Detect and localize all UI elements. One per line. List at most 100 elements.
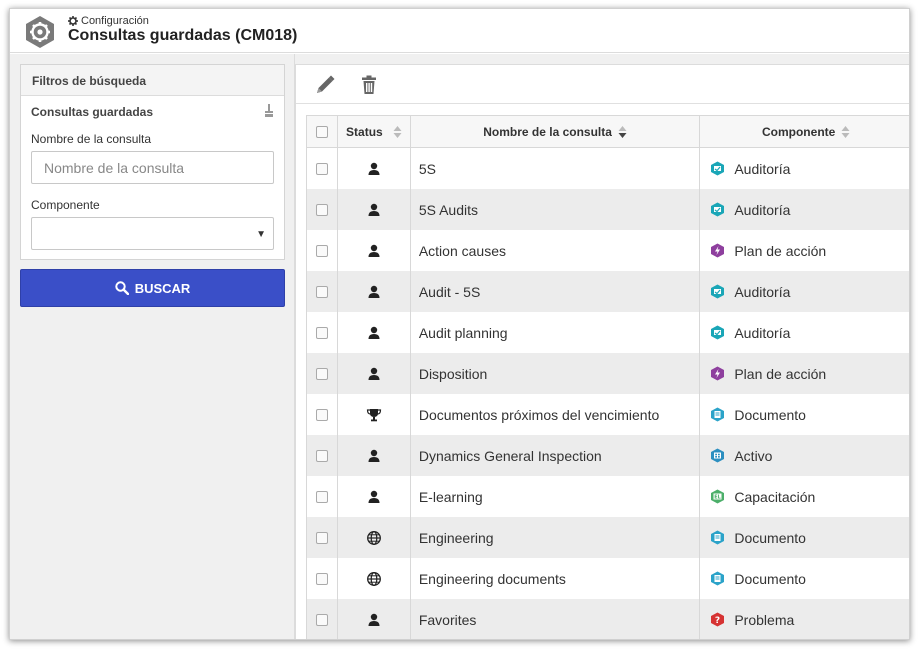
query-name: 5S [418, 160, 436, 177]
row-checkbox[interactable] [315, 285, 328, 298]
table-row[interactable]: Engineering Documento [307, 517, 909, 558]
query-name: Dynamics General Inspection [418, 447, 602, 464]
table-row[interactable]: Engineering documents Documento [307, 558, 909, 599]
sort-icon [393, 125, 402, 138]
status-cell [338, 312, 411, 353]
table-row[interactable]: Audit planning Auditoría [307, 312, 909, 353]
component-name: Plan de acción [734, 365, 827, 382]
row-checkbox[interactable] [315, 162, 328, 175]
select-all-cell [307, 116, 338, 147]
audit-icon [711, 325, 725, 340]
name-column-header[interactable]: Nombre de la consulta [411, 116, 701, 147]
status-column-header[interactable]: Status [338, 116, 411, 147]
row-select-cell [307, 312, 338, 353]
component-select[interactable]: ▼ [31, 217, 274, 250]
query-name-cell: Dynamics General Inspection [411, 435, 701, 476]
search-filters-panel: Filtros de búsqueda Consultas guardadas … [20, 64, 285, 260]
row-checkbox[interactable] [315, 531, 328, 544]
saved-queries-section: Consultas guardadas [21, 96, 284, 124]
row-checkbox[interactable] [315, 326, 328, 339]
query-name-input[interactable] [31, 151, 274, 184]
query-name: Audit - 5S [418, 283, 481, 300]
search-button-label: BUSCAR [134, 280, 191, 296]
row-checkbox[interactable] [315, 244, 328, 257]
problem-icon: ? [711, 612, 725, 627]
table-row[interactable]: Audit - 5S Auditoría [307, 271, 909, 312]
query-name: Action causes [418, 242, 506, 259]
table-row[interactable]: E-learning EL Capacitación [307, 476, 909, 517]
audit-icon [711, 161, 725, 176]
select-all-checkbox[interactable] [315, 125, 328, 138]
query-name: Disposition [418, 365, 488, 382]
status-cell [338, 435, 411, 476]
edit-icon[interactable] [314, 74, 336, 96]
chevron-down-icon: ▼ [256, 229, 266, 240]
user-icon [366, 161, 382, 177]
clear-filters-icon[interactable] [264, 104, 274, 118]
user-icon [366, 489, 382, 505]
component-name: Activo [734, 447, 773, 464]
query-name-cell: 5S Audits [411, 189, 701, 230]
table-row[interactable]: 5S Audits Auditoría [307, 189, 909, 230]
globe-icon [366, 571, 382, 587]
action-plan-icon [711, 243, 725, 258]
component-column-header[interactable]: Componente [700, 116, 909, 147]
status-cell [338, 517, 411, 558]
row-checkbox[interactable] [315, 613, 328, 626]
table-row[interactable]: Dynamics General Inspection Activo [307, 435, 909, 476]
status-cell [338, 271, 411, 312]
row-checkbox[interactable] [315, 572, 328, 585]
row-select-cell [307, 558, 338, 599]
user-icon [366, 612, 382, 628]
row-checkbox[interactable] [315, 490, 328, 503]
document-icon [711, 571, 725, 586]
status-cell [338, 148, 411, 189]
trophy-icon [366, 407, 382, 423]
status-cell [338, 558, 411, 599]
row-select-cell [307, 599, 338, 639]
table-row[interactable]: Favorites ? Problema [307, 599, 909, 639]
user-icon [366, 366, 382, 382]
row-checkbox[interactable] [315, 203, 328, 216]
component-column-label: Componente [761, 124, 836, 139]
query-name: Favorites [418, 611, 477, 628]
audit-icon [711, 202, 725, 217]
svg-text:?: ? [715, 616, 720, 626]
user-icon [366, 448, 382, 464]
user-icon [366, 243, 382, 259]
component-cell: Documento [700, 517, 909, 558]
component-cell: Plan de acción [700, 353, 909, 394]
table-row[interactable]: 5S Auditoría [307, 148, 909, 189]
sort-descending-icon [618, 125, 627, 138]
breadcrumb[interactable]: Configuración [68, 15, 149, 27]
search-button[interactable]: BUSCAR [20, 269, 285, 307]
row-checkbox[interactable] [315, 367, 328, 380]
trash-icon[interactable] [358, 74, 380, 96]
gear-icon [68, 16, 78, 26]
asset-icon [711, 448, 725, 463]
status-cell [338, 599, 411, 639]
query-name-cell: Audit - 5S [411, 271, 701, 312]
query-name-label: Nombre de la consulta [31, 132, 152, 146]
query-name: Audit planning [418, 324, 508, 341]
query-name: Engineering documents [418, 570, 566, 587]
query-name-cell: Favorites [411, 599, 701, 639]
component-name: Capacitación [734, 488, 816, 505]
toolbar [296, 65, 909, 104]
component-cell: ? Problema [700, 599, 909, 639]
query-name-cell: Engineering documents [411, 558, 701, 599]
table-row[interactable]: Disposition Plan de acción [307, 353, 909, 394]
component-label: Componente [31, 198, 100, 212]
svg-text:EL: EL [715, 494, 722, 500]
row-checkbox[interactable] [315, 408, 328, 421]
component-name: Plan de acción [734, 242, 827, 259]
component-cell: Auditoría [700, 271, 909, 312]
component-name: Documento [734, 406, 806, 423]
table-row[interactable]: Documentos próximos del vencimiento Docum… [307, 394, 909, 435]
table-row[interactable]: Action causes Plan de acción [307, 230, 909, 271]
grid-body: 5S Auditoría 5S Audits Auditoría Action caus… [307, 148, 909, 639]
grid-header-row: Status Nombre de la consulta Componente [307, 116, 909, 148]
row-checkbox[interactable] [315, 449, 328, 462]
configuration-logo-icon [26, 16, 54, 48]
query-name-cell: Action causes [411, 230, 701, 271]
